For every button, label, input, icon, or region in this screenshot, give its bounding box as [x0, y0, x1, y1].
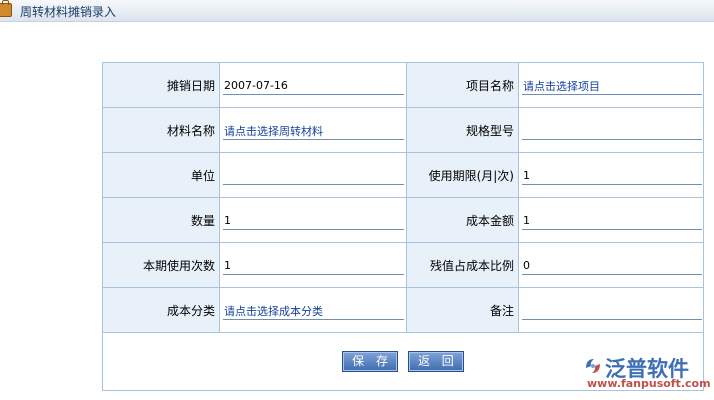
project-name-field[interactable]: [522, 77, 702, 95]
quantity-field[interactable]: [223, 212, 404, 230]
field-label: 单位: [102, 152, 220, 198]
save-button[interactable]: 保 存: [342, 351, 399, 372]
field-label: 使用期限(月|次): [406, 152, 519, 198]
field-label: 成本金额: [406, 197, 519, 243]
form-row: 单位 使用期限(月|次): [102, 152, 704, 198]
spec-model-field[interactable]: [522, 122, 702, 140]
form-row: 本期使用次数 残值占成本比例: [102, 242, 704, 288]
unit-field[interactable]: [223, 167, 404, 185]
form-row: 成本分类 备注: [102, 287, 704, 333]
amortization-date-field[interactable]: [223, 77, 404, 95]
residual-ratio-field[interactable]: [522, 257, 702, 275]
field-label: 残值占成本比例: [406, 242, 519, 288]
back-button[interactable]: 返 回: [407, 351, 464, 372]
brand-logo-icon: [586, 359, 600, 373]
material-name-field[interactable]: [223, 122, 404, 140]
form-row: 摊销日期 项目名称: [102, 62, 704, 108]
usage-count-field[interactable]: [223, 257, 404, 275]
form-row: 数量 成本金额: [102, 197, 704, 243]
brand-url: www.fanpusoft.com: [587, 377, 711, 390]
field-label: 项目名称: [406, 62, 519, 108]
entry-form: 摊销日期 项目名称 材料名称 规格型号 单位 使用期限(月|次) 数量 成本金额…: [102, 62, 704, 391]
field-label: 成本分类: [102, 287, 220, 333]
cost-amount-field[interactable]: [522, 212, 702, 230]
field-label: 摊销日期: [102, 62, 220, 108]
remarks-field[interactable]: [522, 302, 702, 320]
field-label: 规格型号: [406, 107, 519, 153]
field-label: 本期使用次数: [102, 242, 220, 288]
field-label: 备注: [406, 287, 519, 333]
cost-category-field[interactable]: [223, 302, 404, 320]
brand-watermark: 泛普软件 www.fanpusoft.com: [583, 352, 713, 392]
usage-period-field[interactable]: [522, 167, 702, 185]
field-label: 数量: [102, 197, 220, 243]
form-row: 材料名称 规格型号: [102, 107, 704, 153]
title-bar: 周转材料摊销录入: [0, 0, 714, 22]
briefcase-icon: [0, 0, 12, 17]
field-label: 材料名称: [102, 107, 220, 153]
page-title: 周转材料摊销录入: [20, 5, 117, 19]
